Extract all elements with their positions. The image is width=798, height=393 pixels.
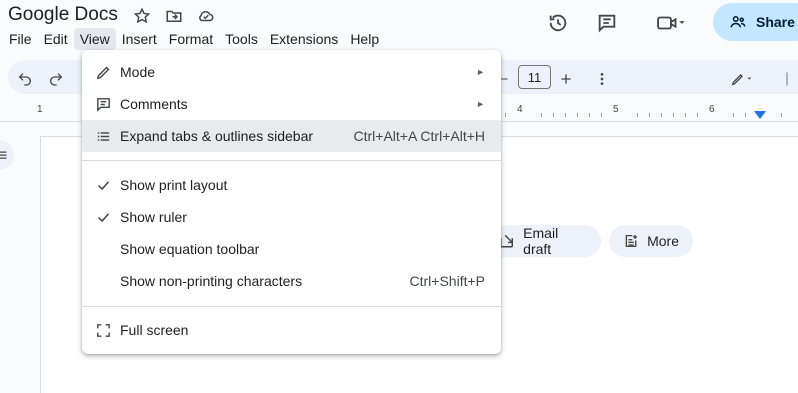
ruler-number: 5 (613, 104, 619, 115)
undo-icon[interactable] (16, 68, 34, 90)
menu-item-label: Mode (120, 64, 156, 80)
submenu-arrow-icon: ► (476, 67, 485, 77)
star-icon[interactable] (132, 7, 152, 25)
right-indent-marker[interactable] (754, 111, 766, 119)
ruler-number: 4 (517, 104, 523, 115)
menu-item-label: Expand tabs & outlines sidebar (120, 128, 314, 144)
menu-item-comments[interactable]: Comments ► (82, 88, 501, 120)
menu-item-full-screen[interactable]: Full screen (82, 314, 501, 346)
cloud-saved-icon[interactable] (196, 7, 216, 25)
show-outline-button[interactable] (0, 140, 14, 170)
comments-history-icon[interactable] (594, 10, 620, 36)
menu-format[interactable]: Format (163, 28, 219, 50)
menu-help[interactable]: Help (344, 28, 385, 50)
menu-tools[interactable]: Tools (219, 28, 264, 50)
menu-item-label: Show non-printing characters (120, 273, 303, 289)
list-icon (94, 127, 112, 145)
menu-view[interactable]: View (73, 28, 116, 50)
fullscreen-icon (94, 321, 112, 339)
increase-font-size-icon[interactable] (558, 68, 574, 90)
editing-mode-button[interactable] (720, 68, 764, 90)
ruler-tick (505, 113, 506, 117)
more-chip[interactable]: More (609, 225, 693, 257)
share-button[interactable]: Share (713, 3, 798, 41)
move-folder-icon[interactable] (164, 7, 184, 25)
menu-file[interactable]: File (3, 28, 38, 50)
menu-item-label: Show equation toolbar (120, 241, 260, 257)
menu-extensions[interactable]: Extensions (264, 28, 344, 50)
menu-item-label: Show ruler (120, 209, 187, 225)
ruler-tick (745, 113, 746, 117)
ruler-tick (661, 113, 662, 117)
email-draft-chip[interactable]: Email draft (484, 225, 601, 257)
menu-bar: File Edit View Insert Format Tools Exten… (3, 28, 385, 50)
menu-item-label: Show print layout (120, 177, 228, 193)
ruler-tick (565, 113, 566, 117)
menu-divider (82, 306, 501, 307)
menu-divider (82, 160, 501, 161)
menu-item-label: Full screen (120, 322, 189, 338)
ruler-tick (697, 113, 698, 117)
menu-item-label: Comments (120, 96, 188, 112)
google-docs-window: Google Docs File Edit View Insert Format… (0, 0, 798, 393)
email-draft-label: Email draft (523, 225, 559, 257)
menu-item-show-print-layout[interactable]: Show print layout (82, 169, 501, 201)
ruler-tick (601, 113, 602, 117)
toolbar-divider (782, 68, 792, 90)
ruler-tick (685, 113, 686, 117)
menu-item-shortcut: Ctrl+Alt+A Ctrl+Alt+H (353, 128, 486, 144)
comment-icon (94, 95, 112, 113)
menu-item-mode[interactable]: Mode ► (82, 56, 501, 88)
view-menu: Mode ► Comments ► Expand tabs & outlines… (82, 50, 501, 354)
people-icon (730, 16, 746, 28)
submenu-arrow-icon: ► (476, 99, 485, 109)
ruler-tick (649, 113, 650, 117)
menu-edit[interactable]: Edit (38, 28, 74, 50)
list-icon (0, 151, 7, 159)
menu-item-show-non-printing-characters[interactable]: Show non-printing characters Ctrl+Shift+… (82, 265, 501, 297)
menu-item-show-equation-toolbar[interactable]: Show equation toolbar (82, 233, 501, 265)
menu-item-expand-sidebar[interactable]: Expand tabs & outlines sidebar Ctrl+Alt+… (82, 120, 501, 152)
pencil-icon (94, 63, 112, 81)
share-label: Share (756, 14, 795, 30)
check-icon (94, 208, 112, 226)
check-icon (94, 176, 112, 194)
ruler-tick (541, 113, 542, 117)
add-doc-icon (625, 234, 638, 248)
ruler-tick (733, 113, 734, 117)
doc-app-title: Google Docs (8, 4, 118, 25)
menu-item-shortcut: Ctrl+Shift+P (409, 273, 485, 289)
version-history-icon[interactable] (545, 10, 571, 36)
more-label: More (647, 233, 679, 249)
ruler-tick (577, 113, 578, 117)
more-options-icon[interactable] (594, 68, 610, 90)
ruler-number: 1 (37, 104, 43, 115)
redo-icon[interactable] (47, 68, 65, 90)
ruler-tick (781, 113, 782, 117)
ruler-tick (673, 113, 674, 117)
font-size-input[interactable]: 11 (518, 65, 551, 89)
ruler-tick (589, 113, 590, 117)
meet-button[interactable] (648, 10, 692, 36)
title-icons (132, 7, 216, 25)
ruler-tick (637, 113, 638, 117)
ruler-tick (553, 113, 554, 117)
menu-item-show-ruler[interactable]: Show ruler (82, 201, 501, 233)
ruler-number: 6 (709, 104, 715, 115)
menu-insert[interactable]: Insert (116, 28, 163, 50)
